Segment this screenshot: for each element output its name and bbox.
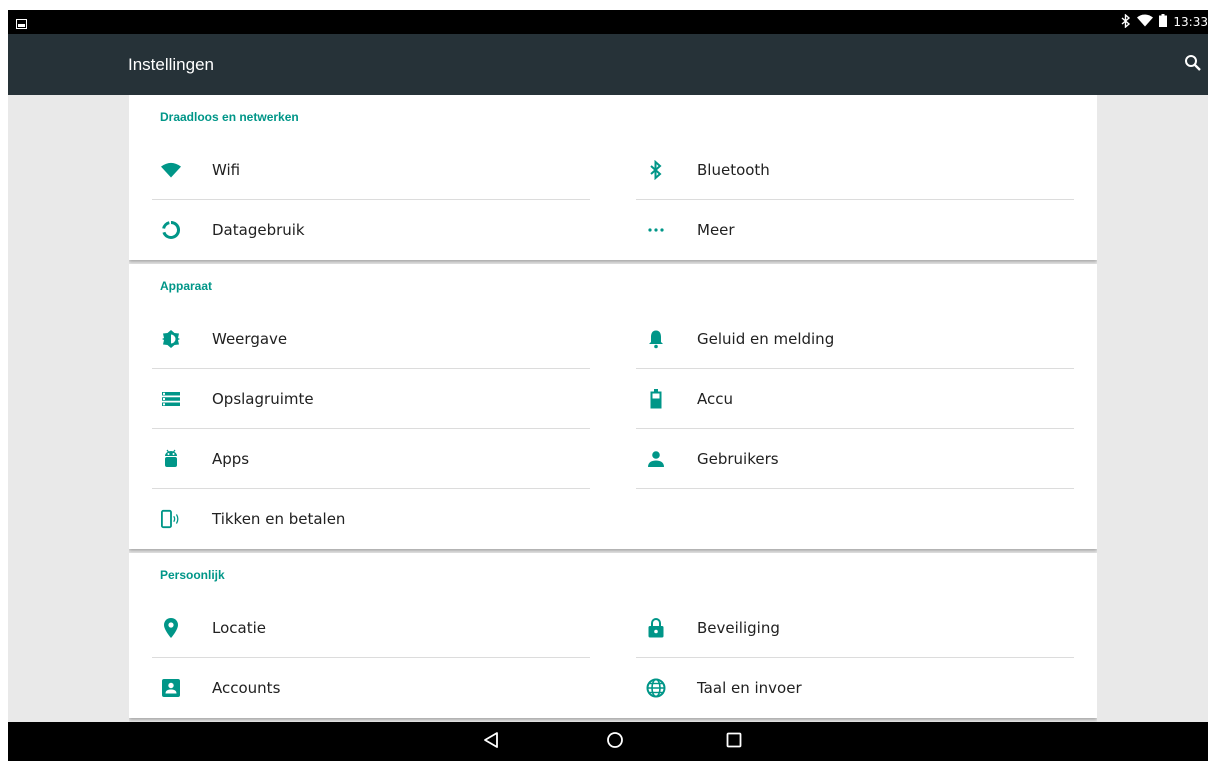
setting-security[interactable]: Beveiliging [613,598,1097,658]
location-pin-icon [161,618,181,638]
bluetooth-icon [646,160,666,180]
setting-language[interactable]: Taal en invoer [613,658,1097,718]
page-title: Instellingen [128,55,215,74]
back-icon[interactable] [483,731,499,754]
lock-icon [646,618,666,638]
battery-icon [1159,14,1168,30]
settings-list[interactable]: Draadloos en netwerken Wifi Bluetooth Da… [129,95,1097,722]
wifi-icon [161,160,181,180]
setting-label: Tikken en betalen [212,510,346,528]
setting-label: Accounts [212,679,281,697]
android-icon [161,449,181,469]
setting-battery[interactable]: Accu [613,369,1097,429]
home-icon[interactable] [606,731,624,754]
setting-label: Meer [697,221,735,239]
section-device: Apparaat Weergave Geluid en melding Opsl… [129,264,1097,549]
setting-label: Taal en invoer [697,679,802,697]
recents-icon[interactable] [726,732,742,753]
setting-accounts[interactable]: Accounts [129,658,613,718]
setting-label: Beveiliging [697,619,780,637]
storage-icon [161,389,181,409]
setting-apps[interactable]: Apps [129,429,613,489]
globe-icon [646,678,666,698]
navigation-bar [8,722,1208,761]
setting-label: Wifi [212,161,241,179]
setting-label: Weergave [212,330,288,348]
account-box-icon [161,678,181,698]
notification-image-icon [16,16,27,34]
display-icon [161,329,181,349]
nfc-phone-icon [161,509,181,529]
screen: 13:33 Instellingen Draadloos en netwerke… [8,10,1208,761]
setting-label: Accu [697,390,733,408]
section-header: Draadloos en netwerken [160,110,299,124]
setting-wifi[interactable]: Wifi [129,140,613,200]
setting-label: Datagebruik [212,221,305,239]
section-header: Apparaat [160,279,213,293]
bell-icon [646,329,666,349]
section-header: Persoonlijk [160,568,225,582]
battery-icon [646,389,666,409]
setting-label: Opslagruimte [212,390,314,408]
section-wireless: Draadloos en netwerken Wifi Bluetooth Da… [129,95,1097,260]
setting-label: Locatie [212,619,266,637]
setting-users[interactable]: Gebruikers [613,429,1097,489]
bluetooth-icon [1121,12,1131,31]
setting-data-usage[interactable]: Datagebruik [129,200,613,260]
app-bar: Instellingen [8,34,1208,95]
setting-display[interactable]: Weergave [129,309,613,369]
person-icon [646,449,666,469]
setting-label: Apps [212,450,250,468]
status-time: 13:33 [1173,15,1208,29]
setting-label: Geluid en melding [697,330,835,348]
setting-label: Gebruikers [697,450,779,468]
section-personal: Persoonlijk Locatie Beveiliging Accounts… [129,553,1097,718]
wifi-icon [1137,14,1154,30]
status-bar: 13:33 [8,10,1208,34]
setting-location[interactable]: Locatie [129,598,613,658]
setting-sound[interactable]: Geluid en melding [613,309,1097,369]
setting-label: Bluetooth [697,161,770,179]
search-icon[interactable] [1184,54,1202,77]
setting-storage[interactable]: Opslagruimte [129,369,613,429]
data-usage-icon [161,220,181,240]
setting-more[interactable]: Meer [613,200,1097,260]
more-icon [646,220,666,240]
setting-bluetooth[interactable]: Bluetooth [613,140,1097,200]
setting-tap-and-pay[interactable]: Tikken en betalen [129,489,613,549]
divider [636,488,1074,489]
